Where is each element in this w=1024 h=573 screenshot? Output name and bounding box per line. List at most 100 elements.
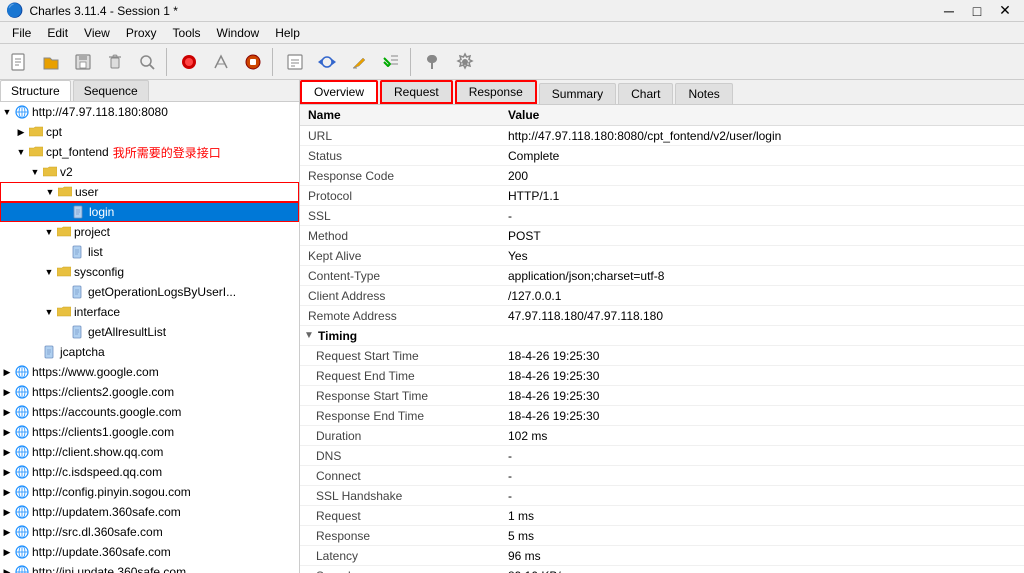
tree-toggle-icon [57,205,71,219]
save-button[interactable] [68,47,98,77]
overview-row: Duration102 ms [300,426,1024,446]
tree-item[interactable]: ▼project [0,222,299,242]
tree-item[interactable]: ▶https://clients2.google.com [0,382,299,402]
new-session-button[interactable] [4,47,34,77]
tree-item[interactable]: ▼v2 [0,162,299,182]
tree-item[interactable]: ▼user [0,182,299,202]
globe-icon [14,105,30,119]
row-name: Protocol [300,188,500,204]
tree-toggle-icon: ▶ [0,365,14,379]
globe-icon [14,565,30,573]
menu-bar: File Edit View Proxy Tools Window Help [0,22,1024,44]
tree-container[interactable]: ▼http://47.97.118.180:8080▶cpt ▼ cpt_fonte… [0,102,299,573]
overview-row: ProtocolHTTP/1.1 [300,186,1024,206]
tree-item[interactable]: ▶http://src.dl.360safe.com [0,522,299,542]
tree-item[interactable]: login [0,202,299,222]
rewrite-button[interactable] [344,47,374,77]
close-button[interactable]: ✕ [992,1,1018,21]
row-value: - [500,468,1024,484]
tree-toggle-icon [56,325,70,339]
record-button[interactable] [174,47,204,77]
row-value: - [500,448,1024,464]
tab-chart[interactable]: Chart [618,83,673,104]
tree-item[interactable]: ▶http://ini.update.360safe.com [0,562,299,573]
annotation-text: 我所需要的登录接口 [113,144,221,161]
minimize-button[interactable]: ─ [936,1,962,21]
row-value: 18-4-26 19:25:30 [500,348,1024,364]
file-icon [42,345,58,359]
overview-row: MethodPOST [300,226,1024,246]
tree-item-label: cpt_fontend [46,145,109,159]
compose-button[interactable] [280,47,310,77]
row-value: POST [500,228,1024,244]
tree-item[interactable]: list [0,242,299,262]
right-panel: Overview Request Response Summary Chart … [300,80,1024,573]
breakpoint-button[interactable] [376,47,406,77]
throttle-button[interactable] [206,47,236,77]
tree-item[interactable]: ▶http://client.show.qq.com [0,442,299,462]
tree-item-label: http://c.isdspeed.qq.com [32,465,162,479]
tab-summary[interactable]: Summary [539,83,616,104]
globe-icon [14,505,30,519]
tab-notes[interactable]: Notes [675,83,732,104]
maximize-button[interactable]: □ [964,1,990,21]
tree-item-label: http://ini.update.360safe.com [32,565,186,573]
find-button[interactable] [132,47,162,77]
tree-item-label: http://update.360safe.com [32,545,171,559]
menu-view[interactable]: View [76,24,118,42]
tree-item[interactable]: ▶https://clients1.google.com [0,422,299,442]
tree-toggle-icon: ▼ [14,145,28,159]
tools-button[interactable] [418,47,448,77]
repeat-button[interactable] [312,47,342,77]
tree-item[interactable]: ▼interface [0,302,299,322]
tree-item[interactable]: ▶http://update.360safe.com [0,542,299,562]
tab-overview[interactable]: Overview [300,80,378,104]
menu-file[interactable]: File [4,24,39,42]
menu-help[interactable]: Help [267,24,308,42]
row-name: Content-Type [300,268,500,284]
row-name: Speed [300,568,500,573]
menu-tools[interactable]: Tools [165,24,209,42]
menu-edit[interactable]: Edit [39,24,76,42]
row-value: 18-4-26 19:25:30 [500,388,1024,404]
tree-item[interactable]: jcaptcha [0,342,299,362]
tree-item[interactable]: getAllresultList [0,322,299,342]
menu-proxy[interactable]: Proxy [118,24,165,42]
row-name: SSL [300,208,500,224]
toolbar [0,44,1024,80]
globe-icon [14,405,30,419]
tab-sequence[interactable]: Sequence [73,80,149,101]
row-value: 47.97.118.180/47.97.118.180 [500,308,1024,324]
row-value: 5 ms [500,528,1024,544]
tree-item[interactable]: ▶http://config.pinyin.sogou.com [0,482,299,502]
tree-item[interactable]: ▶http://updatem.360safe.com [0,502,299,522]
row-value: Yes [500,248,1024,264]
tree-item-label: http://updatem.360safe.com [32,505,181,519]
globe-icon [14,445,30,459]
tab-response[interactable]: Response [455,80,537,104]
tree-item[interactable]: ▼ cpt_fontend 我所需要的登录接口 [0,142,299,162]
tree-item-label: getAllresultList [88,325,166,339]
row-value: 102 ms [500,428,1024,444]
tab-request[interactable]: Request [380,80,453,104]
preferences-button[interactable] [450,47,480,77]
tree-item-label: jcaptcha [60,345,105,359]
tree-item[interactable]: ▼sysconfig [0,262,299,282]
tree-item-label: user [75,185,98,199]
tree-item[interactable]: ▶http://c.isdspeed.qq.com [0,462,299,482]
overview-row: Speed89.10 KB/s [300,566,1024,573]
open-button[interactable] [36,47,66,77]
stop-button[interactable] [238,47,268,77]
section-header[interactable]: ▼Timing [300,326,1024,346]
row-value: 18-4-26 19:25:30 [500,368,1024,384]
tree-item[interactable]: ▶https://www.google.com [0,362,299,382]
tree-item[interactable]: getOperationLogsByUserI... [0,282,299,302]
tree-item[interactable]: ▶https://accounts.google.com [0,402,299,422]
tree-item[interactable]: ▶cpt [0,122,299,142]
delete-button[interactable] [100,47,130,77]
folder-icon [28,145,44,159]
tab-structure[interactable]: Structure [0,80,71,101]
tree-item[interactable]: ▼http://47.97.118.180:8080 [0,102,299,122]
menu-window[interactable]: Window [209,24,268,42]
overview-row: Request End Time18-4-26 19:25:30 [300,366,1024,386]
